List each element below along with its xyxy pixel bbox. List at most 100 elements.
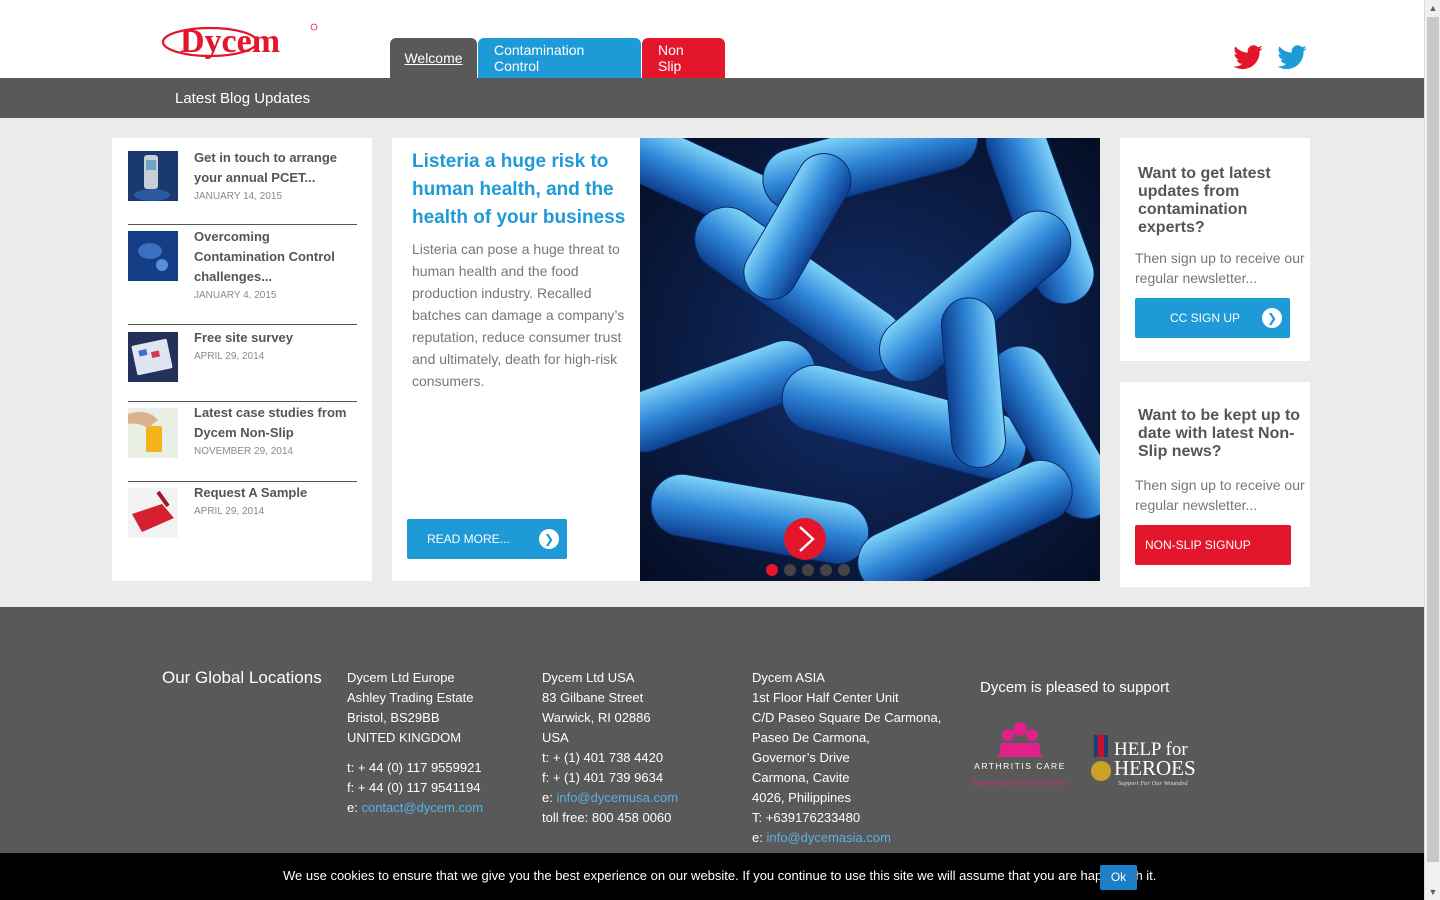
ns-signup-label: NON-SLIP SIGNUP	[1145, 538, 1251, 552]
slider-dot[interactable]	[820, 564, 832, 576]
slider-dot[interactable]	[766, 564, 778, 576]
blog-item-date: JANUARY 14, 2015	[194, 191, 283, 202]
europe-email-link[interactable]: contact@dycem.com	[361, 800, 483, 815]
cookie-text: We use cookies to ensure that we give yo…	[283, 868, 1157, 883]
cookie-bar: We use cookies to ensure that we give yo…	[0, 853, 1424, 900]
feature-title[interactable]: Listeria a huge risk to human health, an…	[412, 148, 630, 232]
blog-item-title[interactable]: Get in touch to arrange your annual PCET…	[194, 148, 357, 188]
blog-thumb-juice	[128, 408, 178, 458]
chevron-right-icon	[799, 526, 815, 552]
blog-item-title[interactable]: Overcoming Contamination Control challen…	[194, 227, 357, 287]
asia-tel: T: +639176233480	[752, 810, 861, 825]
ns-panel-title: Want to be kept up to date with latest N…	[1138, 407, 1301, 460]
slider-dot[interactable]	[838, 564, 850, 576]
cc-signup-panel: Want to get latest updates from contamin…	[1120, 138, 1310, 361]
blog-item[interactable]: Free site survey APRIL 29, 2014	[128, 325, 357, 402]
asia-line6: 4026, Philippines	[752, 790, 852, 805]
help-for-heroes-logo[interactable]: HELP for HEROES Support For Our Wounded	[1090, 731, 1205, 791]
asia-line4: Governor’s Drive	[752, 750, 850, 765]
chevron-right-icon: ❯	[539, 529, 559, 549]
twitter-red-icon[interactable]	[1232, 42, 1264, 74]
cc-panel-title: Want to get latest updates from contamin…	[1138, 165, 1271, 236]
usa-line3: USA	[542, 730, 569, 745]
asia-name: Dycem ASIA	[752, 670, 825, 685]
europe-line3: UNITED KINGDOM	[347, 730, 462, 745]
asia-email-prefix: e:	[752, 830, 767, 845]
blog-thumb-pcet-device	[128, 151, 178, 201]
blog-thumb-tablet	[128, 332, 178, 382]
read-more-button[interactable]: READ MORE... ❯	[407, 519, 567, 559]
blog-item[interactable]: Overcoming Contamination Control challen…	[128, 225, 357, 325]
blog-item-date: JANUARY 4, 2015	[194, 290, 277, 301]
nav-tab-non-slip[interactable]: Non Slip	[642, 38, 725, 78]
usa-tollfree: toll free: 800 458 0060	[542, 810, 672, 825]
blog-item-date: APRIL 29, 2014	[194, 351, 265, 362]
cc-signup-label: CC SIGN UP	[1170, 311, 1241, 325]
ns-panel-text: Then sign up to receive our regular news…	[1135, 477, 1305, 513]
location-asia: Dycem ASIA 1st Floor Half Center Unit C/…	[752, 668, 941, 848]
arthritis-care-name: ARTHRITIS CARE	[974, 761, 1066, 771]
bacteria-image	[640, 138, 1100, 581]
europe-fax: f: + 44 (0) 117 9541194	[347, 780, 481, 795]
page-scrollbar[interactable]: ▲ ▼	[1424, 0, 1440, 900]
slider-dot[interactable]	[802, 564, 814, 576]
blog-thumb-contamination	[128, 231, 178, 281]
site-header: Dycem Welcome Contamination Control Non …	[0, 0, 1424, 78]
asia-line2: C/D Paseo Square De Carmona,	[752, 710, 942, 725]
asia-email-link[interactable]: info@dycemasia.com	[766, 830, 890, 845]
usa-name: Dycem Ltd USA	[542, 670, 635, 685]
arthritis-care-tagline: Empowering people with arthritis	[972, 779, 1068, 787]
scroll-down-icon[interactable]: ▼	[1425, 884, 1440, 900]
blog-item-title[interactable]: Free site survey	[194, 328, 357, 348]
location-europe: Dycem Ltd Europe Ashley Trading Estate B…	[347, 668, 483, 818]
asia-line5: Carmona, Cavite	[752, 770, 850, 785]
usa-line1: 83 Gilbane Street	[542, 690, 644, 705]
europe-tel: t: + 44 (0) 117 9559921	[347, 760, 482, 775]
scrollbar-thumb[interactable]	[1427, 17, 1439, 862]
slider-dot[interactable]	[784, 564, 796, 576]
usa-tel: t: + (1) 401 738 4420	[542, 750, 664, 765]
usa-line2: Warwick, RI 02886	[542, 710, 651, 725]
ns-signup-panel: Want to be kept up to date with latest N…	[1120, 382, 1310, 587]
chevron-right-icon: ❯	[1262, 308, 1282, 328]
usa-email-prefix: e:	[542, 790, 557, 805]
main-nav: Welcome Contamination Control Non Slip	[390, 38, 726, 78]
cookie-ok-button[interactable]: Ok	[1100, 865, 1137, 890]
europe-email-prefix: e:	[347, 800, 362, 815]
blog-item[interactable]: Get in touch to arrange your annual PCET…	[128, 148, 357, 225]
arthritis-care-logo[interactable]: ARTHRITIS CARE Empowering people with ar…	[960, 717, 1080, 803]
europe-line2: Bristol, BS29BB	[347, 710, 440, 725]
usa-fax: f: + (1) 401 739 9634	[542, 770, 664, 785]
logo-text: Dycem	[180, 23, 280, 60]
blog-item-title[interactable]: Request A Sample	[194, 483, 357, 503]
blog-thumb-sample	[128, 488, 178, 538]
blog-item[interactable]: Latest case studies from Dycem Non-Slip …	[128, 402, 357, 482]
nav-tab-contamination-control[interactable]: Contamination Control	[478, 38, 641, 78]
feature-body: Listeria can pose a huge threat to human…	[412, 241, 625, 389]
footer-heading: Our Global Locations	[162, 668, 322, 687]
bar-title: Latest Blog Updates	[175, 90, 311, 107]
blog-item-title[interactable]: Latest case studies from Dycem Non-Slip	[194, 403, 357, 443]
feature-slider: Listeria a huge risk to human health, an…	[392, 138, 1100, 581]
hfh-line2: HEROES	[1114, 756, 1196, 780]
nav-tab-welcome[interactable]: Welcome	[390, 38, 477, 78]
blog-list: Get in touch to arrange your annual PCET…	[112, 138, 372, 581]
usa-email-link[interactable]: info@dycemusa.com	[556, 790, 678, 805]
location-usa: Dycem Ltd USA 83 Gilbane Street Warwick,…	[542, 668, 678, 828]
blog-item-date: NOVEMBER 29, 2014	[194, 446, 293, 457]
slider-dots	[766, 564, 850, 576]
cc-panel-text: Then sign up to receive our regular news…	[1135, 250, 1305, 286]
read-more-label: READ MORE...	[427, 532, 510, 546]
asia-line1: 1st Floor Half Center Unit	[752, 690, 899, 705]
cc-signup-button[interactable]: CC SIGN UP ❯	[1135, 298, 1290, 338]
europe-name: Dycem Ltd Europe	[347, 670, 455, 685]
twitter-blue-icon[interactable]	[1276, 42, 1308, 74]
blog-item[interactable]: Request A Sample APRIL 29, 2014	[128, 482, 357, 542]
hfh-tagline: Support For Our Wounded	[1118, 780, 1188, 787]
slider-next-button[interactable]	[784, 518, 826, 560]
dycem-logo[interactable]: Dycem	[160, 20, 322, 62]
ns-signup-button[interactable]: NON-SLIP SIGNUP	[1135, 525, 1291, 565]
support-heading: Dycem is pleased to support	[980, 679, 1170, 696]
blog-updates-bar: Latest Blog Updates	[0, 78, 1424, 118]
scroll-up-icon[interactable]: ▲	[1425, 0, 1440, 16]
